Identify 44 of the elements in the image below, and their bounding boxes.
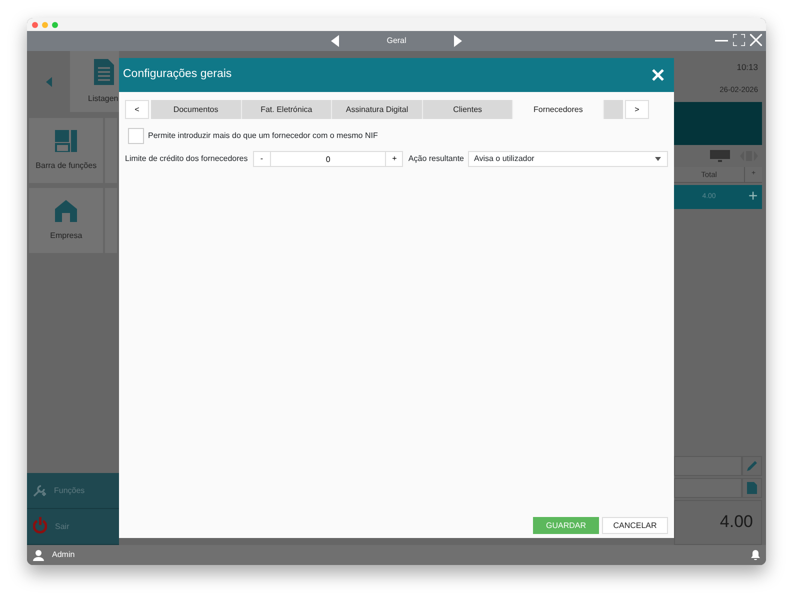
pencil-icon[interactable] [746, 460, 758, 472]
number-field[interactable]: 0 [270, 151, 386, 167]
tab[interactable] [604, 100, 623, 119]
dropdown[interactable]: Avisa o utilizador [468, 151, 668, 167]
window-control-dot[interactable] [32, 22, 38, 28]
back-arrow-icon[interactable] [46, 76, 52, 86]
document-icon[interactable] [746, 482, 758, 494]
increment-button[interactable]: + [385, 151, 404, 167]
wrench-icon [33, 484, 46, 497]
previous-arrow-icon[interactable] [330, 35, 339, 47]
power-icon [33, 516, 47, 536]
input-field[interactable] [674, 478, 742, 498]
checkbox[interactable] [128, 128, 144, 144]
tab[interactable]: Fat. Eletrónica [242, 100, 332, 119]
page-title: Geral [386, 35, 406, 47]
caret-icon [655, 157, 661, 161]
user-icon [33, 550, 44, 560]
function-bar-icon [55, 130, 78, 152]
next-arrow-icon[interactable] [454, 35, 462, 47]
add-button[interactable]: + [744, 189, 762, 205]
fullscreen-icon[interactable] [733, 34, 745, 46]
field-label: Ação resultante [408, 153, 464, 165]
total-amount: 4.00 [674, 500, 762, 545]
document-icon [94, 58, 114, 84]
window-control-dot[interactable] [52, 22, 58, 28]
cancel-button[interactable]: CANCELAR [602, 517, 668, 534]
close-icon[interactable] [652, 69, 664, 81]
tab[interactable]: Assinatura Digital [332, 100, 423, 119]
close-icon[interactable] [750, 34, 762, 46]
next-tab-button[interactable]: > [625, 100, 649, 119]
monitor-icon[interactable] [710, 150, 730, 162]
field-label: Limite de crédito dos fornecedores [125, 153, 248, 165]
house-icon [55, 200, 78, 222]
decrement-button[interactable]: - [252, 151, 271, 167]
dialog-title: Configurações gerais [123, 67, 232, 82]
window-control-dot[interactable] [42, 22, 48, 28]
tab[interactable]: Documentos [151, 100, 242, 119]
bell-icon[interactable] [751, 550, 760, 560]
clock-time: 10:13 [736, 61, 759, 74]
checkbox-label: Permite introduzir mais do que um fornecedor com o mesmo NIF [148, 130, 378, 142]
input-field[interactable] [674, 456, 742, 476]
tab[interactable]: Clientes [422, 100, 514, 119]
previous-tab-button[interactable]: < [125, 100, 149, 119]
user-name: Admin [52, 549, 75, 561]
